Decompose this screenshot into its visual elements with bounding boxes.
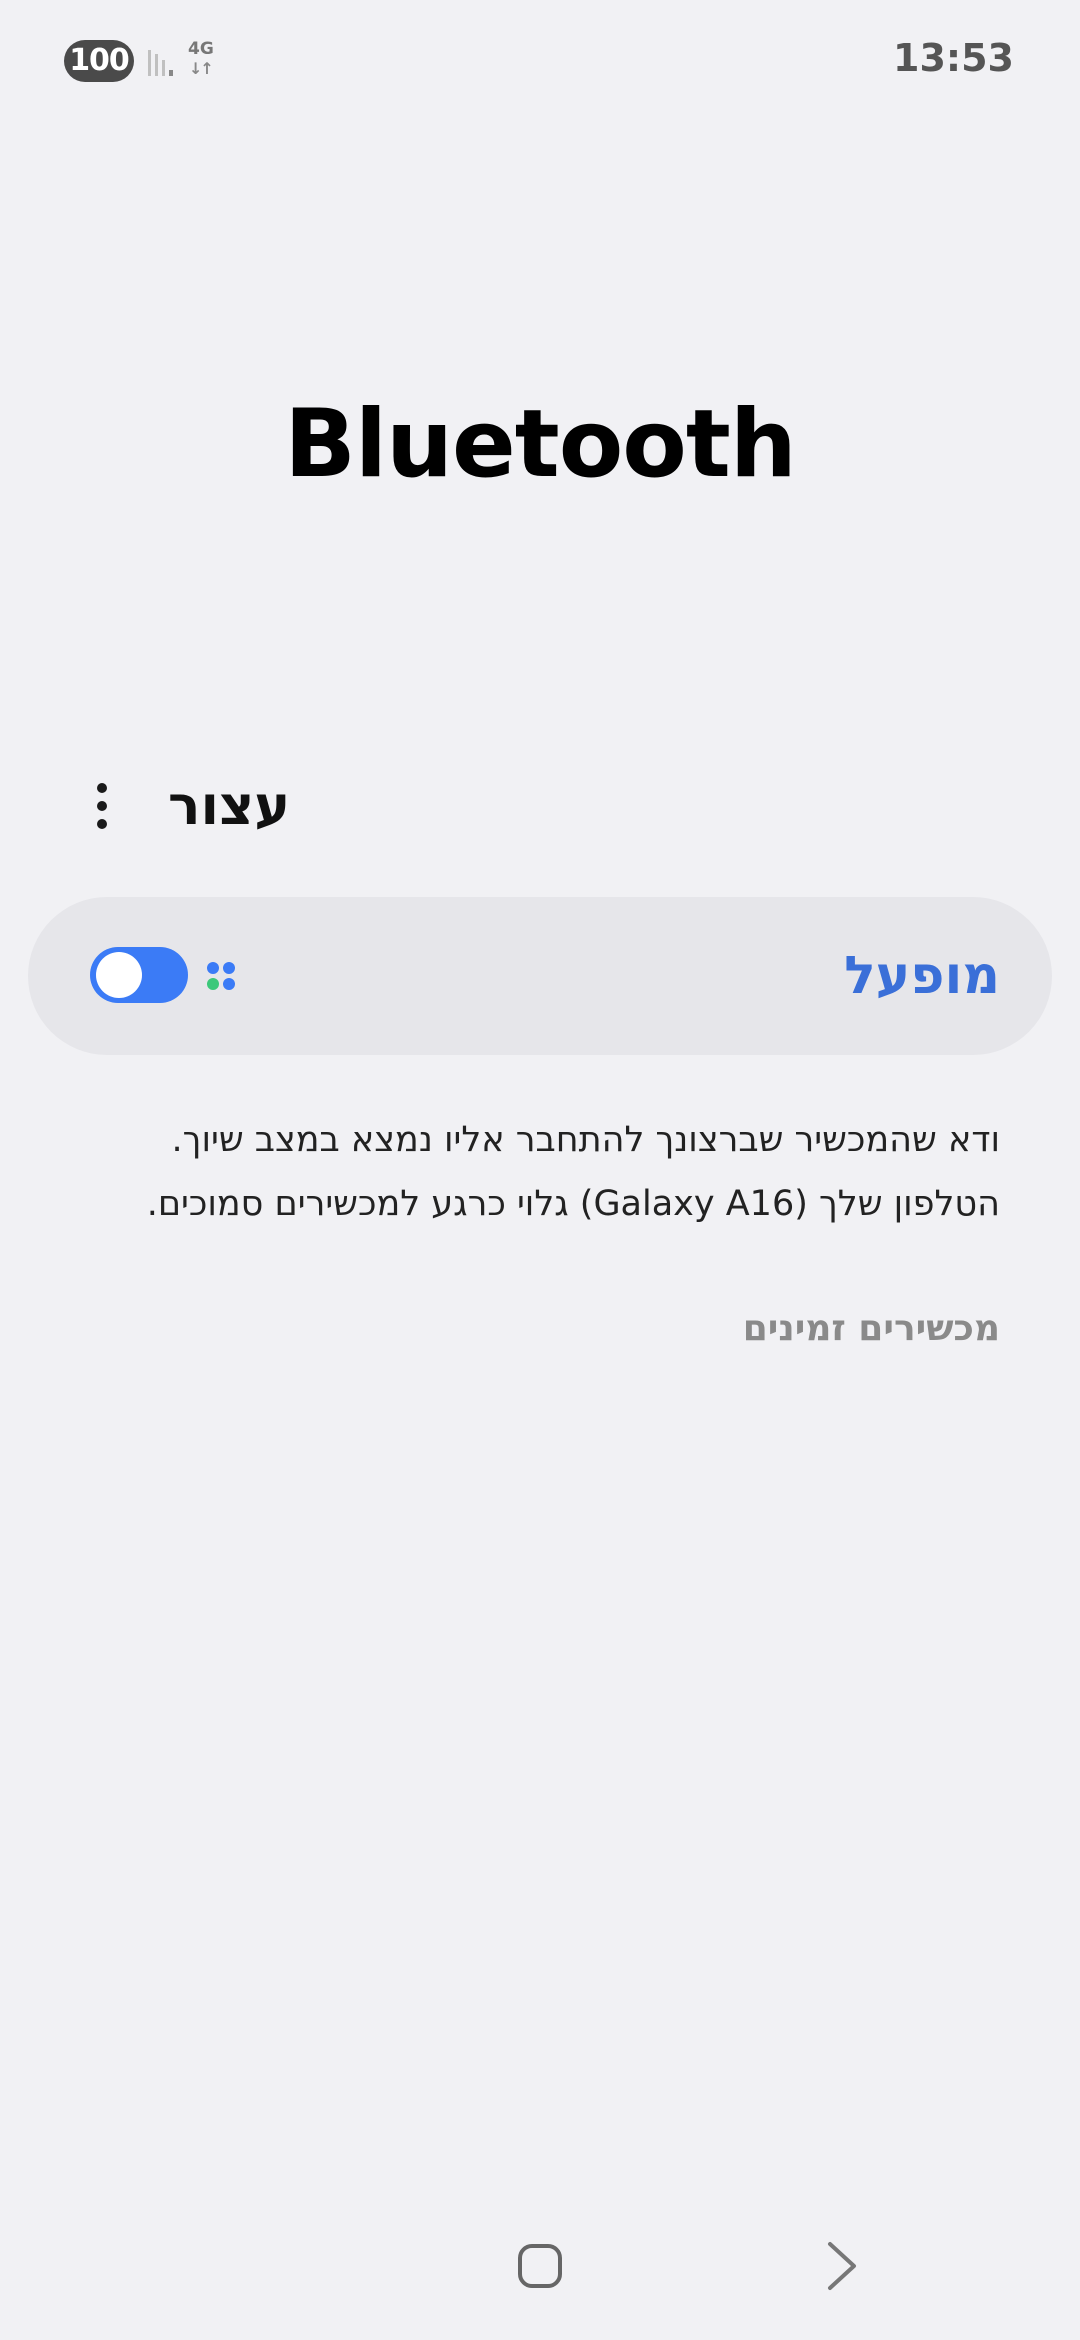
page-title: Bluetooth [284, 390, 797, 499]
battery-indicator: 100 [64, 40, 134, 82]
toolbar: עצור [0, 770, 1080, 842]
home-square-icon[interactable] [516, 2242, 564, 2290]
available-devices-header: מכשירים זמינים [742, 1308, 1000, 1349]
status-clock: 13:53 [893, 36, 1014, 80]
navigation-bar [0, 2220, 1080, 2320]
more-vertical-icon [97, 783, 107, 829]
description-line-1: ודא שהמכשיר שברצונך להתחבר אליו נמצא במצ… [171, 1120, 1000, 1160]
stop-scan-button[interactable]: עצור [168, 770, 290, 842]
grid-dots-icon[interactable] [204, 959, 238, 993]
back-chevron-icon[interactable] [822, 2240, 862, 2292]
signal-icon [148, 50, 173, 76]
toggle-state-label: מופעל [844, 946, 1000, 1006]
network-icon: 4G ↓↑ [186, 40, 218, 84]
network-activity-icon: ↓↑ [189, 59, 214, 78]
bluetooth-toggle-row[interactable]: מופעל [28, 897, 1052, 1055]
status-bar: 100 4G ↓↑ 13:53 [0, 0, 1080, 120]
bluetooth-switch[interactable] [90, 947, 188, 1003]
pairing-description: ודא שהמכשיר שברצונך להתחבר אליו נמצא במצ… [60, 1108, 1000, 1236]
more-options-button[interactable] [80, 770, 124, 842]
description-line-2: הטלפון שלך (Galaxy A16) גלוי כרגע למכשיר… [146, 1184, 1000, 1224]
switch-knob [96, 952, 142, 998]
network-type-label: 4G [188, 39, 214, 59]
